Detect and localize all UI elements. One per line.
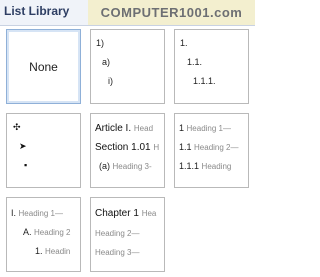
arrow-bullet-icon: ➤ — [19, 141, 27, 151]
bullet-row: ▪ — [24, 160, 27, 170]
list-style-heading-roman[interactable]: I. Heading 1— A. Heading 2 1. Headin — [6, 197, 81, 272]
list-row: 1.1. — [187, 57, 203, 67]
list-style-article-section[interactable]: Article I. Head Section 1.01 H (a) Headi… — [90, 113, 165, 188]
list-row: 1.1.1 Heading — [179, 161, 232, 171]
list-row: Heading 2— — [95, 229, 140, 238]
list-row: Chapter 1 Hea — [95, 208, 157, 219]
list-style-chapter[interactable]: Chapter 1 Hea Heading 2— Heading 3— — [90, 197, 165, 272]
list-row: (a) Heading 3- — [99, 161, 152, 171]
list-style-decimal-outline[interactable]: 1. 1.1. 1.1.1. — [174, 29, 249, 104]
bullet-row: ✣ — [13, 122, 21, 133]
list-row: Heading 3— — [95, 248, 140, 257]
four-diamond-bullet-icon: ✣ — [13, 122, 21, 132]
header-divider — [0, 25, 255, 26]
list-row: 1.1.1. — [193, 76, 216, 86]
list-row: 1 Heading 1— — [179, 123, 232, 133]
list-style-bullets[interactable]: ✣ ➤ ▪ — [6, 113, 81, 188]
list-row: I. Heading 1— — [11, 208, 64, 218]
none-label: None — [29, 60, 58, 74]
list-row: 1) — [96, 38, 105, 48]
list-row: a) — [102, 57, 111, 67]
watermark: COMPUTER1001.com — [88, 0, 255, 25]
list-row: 1.1 Heading 2— — [179, 142, 239, 152]
list-row: 1. Headin — [35, 246, 71, 256]
list-row: 1. — [180, 38, 188, 48]
list-style-none[interactable]: None — [6, 29, 81, 104]
list-row: A. Heading 2 — [23, 227, 71, 237]
bullet-row: ➤ — [19, 141, 27, 152]
square-bullet-icon: ▪ — [24, 160, 28, 170]
list-style-paren-numbers[interactable]: 1) a) i) — [90, 29, 165, 104]
list-style-heading-decimal[interactable]: 1 Heading 1— 1.1 Heading 2— 1.1.1 Headin… — [174, 113, 249, 188]
list-row: i) — [108, 76, 113, 86]
list-row: Section 1.01 H — [95, 142, 160, 153]
list-library-title: List Library — [4, 4, 70, 18]
list-row: Article I. Head — [95, 123, 154, 134]
